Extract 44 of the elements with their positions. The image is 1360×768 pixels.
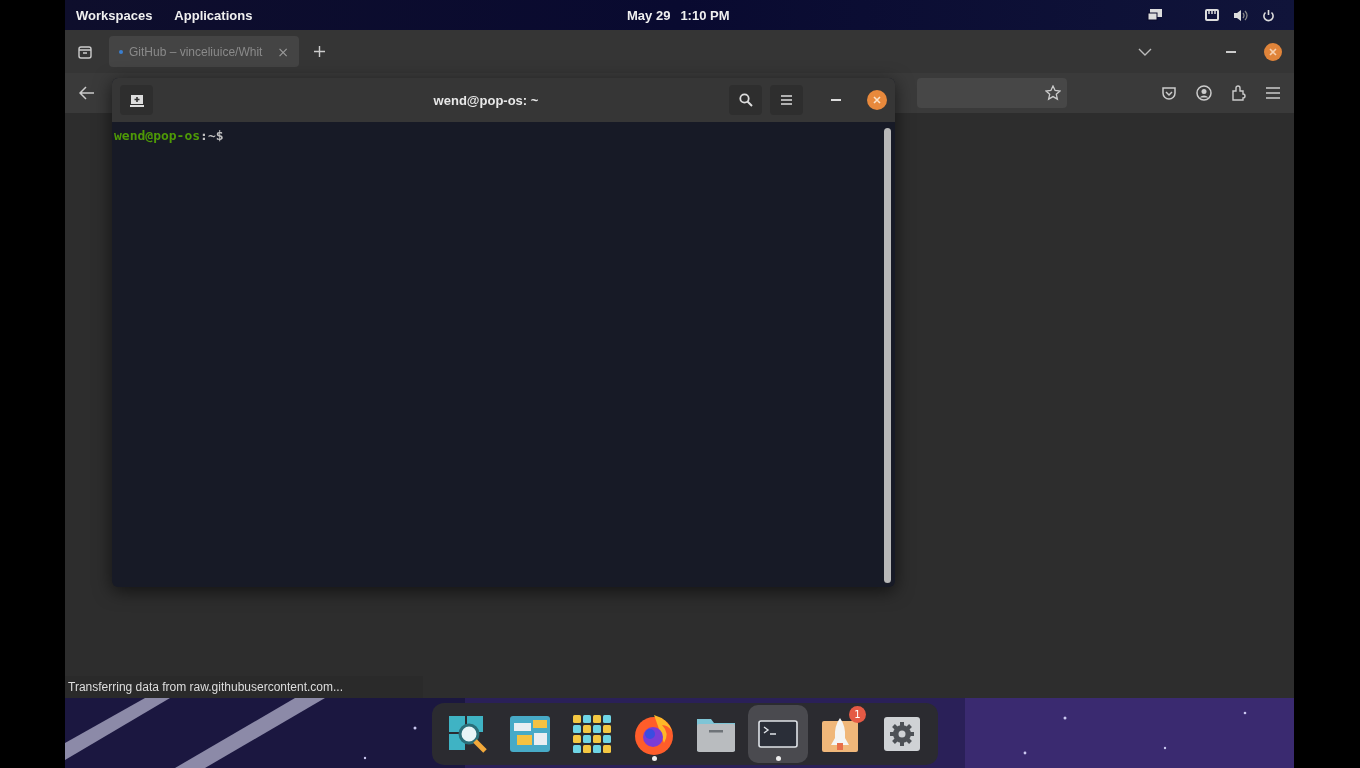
time-text[interactable]: 1:10 PM [680, 7, 730, 23]
account-icon[interactable] [1196, 85, 1212, 101]
tab-overview-icon[interactable] [77, 43, 93, 60]
menu-icon[interactable] [1266, 87, 1280, 99]
search-icon [738, 93, 753, 107]
prompt-path: :~$ [200, 128, 224, 143]
pocket-icon[interactable] [1161, 85, 1177, 101]
extensions-icon[interactable] [1231, 85, 1247, 101]
browser-tab[interactable]: GitHub – vinceliuice/Whit × [109, 36, 299, 67]
minimize-icon[interactable] [1226, 50, 1236, 53]
url-field[interactable] [917, 78, 1067, 108]
windows-icon [509, 715, 551, 753]
display-icon[interactable] [1147, 8, 1163, 22]
date-text[interactable]: May 29 [627, 7, 671, 23]
prompt-user: wend@pop-os [114, 128, 201, 143]
browser-icon [632, 712, 676, 756]
workspaces-button[interactable]: Workspaces [76, 7, 153, 23]
close-tab-button[interactable]: × [277, 43, 289, 60]
menu-icon [781, 95, 792, 105]
running-indicator [775, 756, 781, 761]
terminal-icon [758, 720, 798, 748]
new-tab-button[interactable] [120, 85, 153, 115]
menu-button[interactable] [770, 85, 803, 115]
new-tab-icon[interactable] [313, 45, 326, 58]
new-tab-icon [129, 93, 144, 107]
notification-badge: 1 [849, 706, 866, 723]
back-icon[interactable] [79, 86, 95, 100]
chevron-down-icon[interactable] [1138, 47, 1152, 56]
applications-button[interactable]: Applications [174, 7, 253, 23]
close-icon[interactable] [1264, 42, 1282, 61]
bookmark-star-icon[interactable] [1045, 85, 1061, 101]
close-icon[interactable] [867, 90, 887, 110]
magnifier-icon [447, 714, 489, 754]
settings-icon [883, 716, 921, 752]
network-icon[interactable] [1205, 9, 1219, 21]
running-indicator [651, 756, 657, 761]
search-button[interactable] [729, 85, 762, 115]
volume-icon[interactable] [1233, 8, 1248, 22]
dock-terminal-button[interactable] [748, 705, 808, 763]
window-title: wend@pop-os: ~ [433, 92, 539, 108]
power-icon[interactable] [1262, 8, 1275, 22]
dock-rocket-button[interactable]: 1 [810, 705, 870, 763]
scrollbar[interactable] [884, 128, 891, 583]
app-grid-icon [572, 714, 612, 754]
